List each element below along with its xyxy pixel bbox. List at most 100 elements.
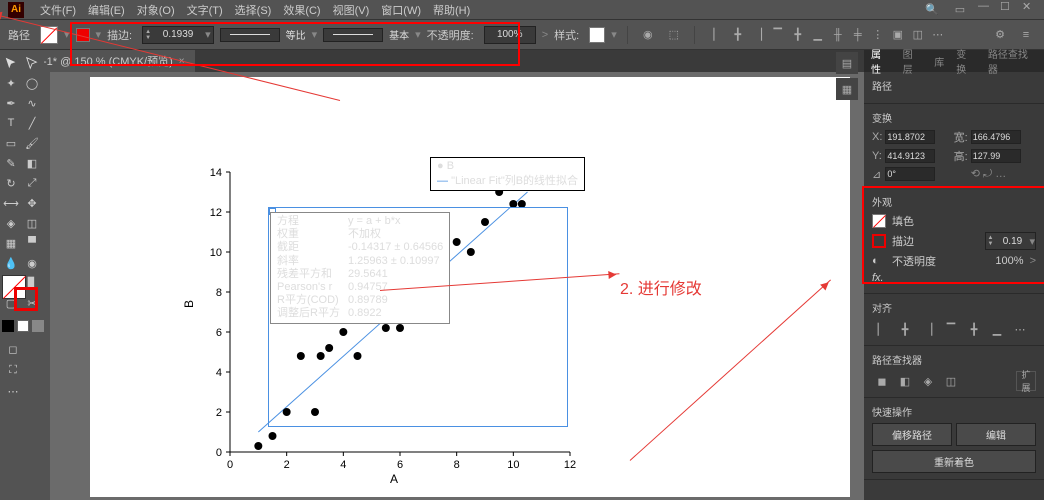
screen-mode-icon[interactable]: ⛶ [4,361,22,379]
fill-stroke-control[interactable] [2,275,42,315]
close-button[interactable]: ✕ [1022,0,1036,14]
appearance-fill-swatch[interactable] [872,214,886,228]
search-icon[interactable]: 🔍 [922,0,942,20]
pf-minus-icon[interactable]: ◧ [895,371,915,391]
transform-angle-input[interactable] [885,167,935,181]
menu-选择(S)[interactable]: 选择(S) [229,5,278,17]
color-white[interactable] [17,320,29,332]
pf-intersect-icon[interactable]: ◈ [918,371,938,391]
gradient-tool-icon[interactable]: ▀ [23,234,41,252]
edit-toolbar-icon[interactable]: ⋯ [4,382,22,400]
svg-text:10: 10 [507,459,519,471]
transform-icon[interactable]: ⬚ [664,25,684,45]
shaper-tool-icon[interactable]: ✎ [2,154,20,172]
menu-对象(O)[interactable]: 对象(O) [131,5,181,17]
color-black[interactable] [2,320,14,332]
more-icon[interactable]: ⋯ [929,25,947,45]
transform-x-input[interactable] [885,130,935,144]
align-top-icon[interactable]: ▔ [769,25,787,45]
align-b-icon[interactable]: ▁ [987,319,1007,339]
stroke-profile-basic[interactable] [323,28,383,42]
libraries-dock-icon[interactable]: ▦ [836,78,858,100]
stroke-width-input[interactable]: ▲▼ ▾ [142,26,213,44]
align-bottom-icon[interactable]: ▁ [809,25,827,45]
tab-libraries[interactable]: 库 [931,54,947,69]
menu-效果(C)[interactable]: 效果(C) [277,5,326,17]
appearance-stroke-swatch[interactable] [872,234,886,248]
blend-tool-icon[interactable]: ◉ [23,254,41,272]
free-transform-tool-icon[interactable]: ✥ [23,194,41,212]
selection-tool-icon[interactable] [2,54,20,72]
stroke-profile-uniform[interactable] [220,28,280,42]
align-section: 对齐 ▏ ╋ ▕ ▔ ╋ ▁ ⋯ [864,294,1044,346]
style-swatch[interactable] [589,27,605,43]
align-left-icon[interactable]: ▏ [709,25,727,45]
align-m-icon[interactable]: ╋ [964,319,984,339]
magic-wand-tool-icon[interactable]: ✦ [2,74,20,92]
distribute-v-icon[interactable]: ╪ [849,25,867,45]
preferences-icon[interactable]: ⚙ [990,25,1010,45]
align-more-icon[interactable]: ⋯ [1010,319,1030,339]
artboard[interactable]: 02468101202468101214 ● B — "Linear Fit"列… [90,77,850,497]
pf-exclude-icon[interactable]: ◫ [941,371,961,391]
rotate-tool-icon[interactable]: ↻ [2,174,20,192]
shape-mode-icon[interactable]: ◫ [909,25,927,45]
mesh-tool-icon[interactable]: ▦ [2,234,20,252]
align-c-icon[interactable]: ╋ [895,319,915,339]
eyedropper-tool-icon[interactable]: 💧 [2,254,20,272]
width-tool-icon[interactable]: ⟷ [2,194,20,212]
edit-button[interactable]: 编辑 [956,423,1036,446]
eraser-tool-icon[interactable]: ◧ [23,154,41,172]
align-t-icon[interactable]: ▔ [941,319,961,339]
minimize-button[interactable]: — [978,0,992,14]
menu-编辑(E)[interactable]: 编辑(E) [82,5,131,17]
appearance-opacity-value[interactable]: 100% [995,255,1023,267]
app-menubar: Ai 文件(F)编辑(E)对象(O)文字(T)选择(S)效果(C)视图(V)窗口… [0,0,1044,20]
lasso-tool-icon[interactable]: ◯ [23,74,41,92]
transform-h-input[interactable] [971,149,1021,163]
distribute-spacing-icon[interactable]: ⋮ [869,25,887,45]
fit-statistics-box: 方程y = a + b*x权重不加权截距-0.14317 ± 0.64566斜率… [270,212,450,324]
recolor-button[interactable]: 重新着色 [872,450,1036,473]
offset-path-button[interactable]: 偏移路径 [872,423,952,446]
pf-expand-icon[interactable]: 扩展 [1016,371,1036,391]
perspective-tool-icon[interactable]: ◫ [23,214,41,232]
isolate-icon[interactable]: ▣ [889,25,907,45]
draw-normal-icon[interactable]: ◻ [4,340,22,358]
maximize-button[interactable]: ☐ [1000,0,1014,14]
transform-y-input[interactable] [885,149,935,163]
curvature-tool-icon[interactable]: ∿ [23,94,41,112]
paintbrush-tool-icon[interactable]: 🖌 [23,134,41,152]
opacity-input[interactable] [484,26,536,44]
align-r-icon[interactable]: ▕ [918,319,938,339]
properties-dock-icon[interactable]: ▤ [836,52,858,74]
menu-帮助(H)[interactable]: 帮助(H) [427,5,476,17]
color-gray[interactable] [32,320,44,332]
scale-tool-icon[interactable]: ⤢ [23,174,41,192]
line-tool-icon[interactable]: ╱ [23,114,41,132]
shape-builder-tool-icon[interactable]: ◈ [2,214,20,232]
svg-text:6: 6 [216,327,222,339]
align-right-icon[interactable]: ▕ [749,25,767,45]
menu-文字(T)[interactable]: 文字(T) [181,5,229,17]
transform-w-input[interactable] [971,130,1021,144]
distribute-h-icon[interactable]: ╫ [829,25,847,45]
appearance-stroke-input[interactable]: ▲▼▾ [985,232,1036,250]
pf-unite-icon[interactable]: ◼ [872,371,892,391]
rectangle-tool-icon[interactable]: ▭ [2,134,20,152]
panel-menu-icon[interactable]: ≡ [1016,25,1036,45]
align-l-icon[interactable]: ▏ [872,319,892,339]
align-vcenter-icon[interactable]: ╋ [789,25,807,45]
menu-文件(F)[interactable]: 文件(F) [34,5,82,17]
direct-selection-tool-icon[interactable] [23,54,41,72]
layout-icon[interactable]: ▭ [950,0,970,20]
menu-视图(V)[interactable]: 视图(V) [327,5,376,17]
panel-tabs: 属性 图层 库 变换 路径查找器 [864,50,1044,72]
align-icon[interactable]: ◉ [638,25,658,45]
pen-tool-icon[interactable]: ✒ [2,94,20,112]
color-mode-row [2,320,44,332]
type-tool-icon[interactable]: T [2,114,20,132]
menu-窗口(W)[interactable]: 窗口(W) [375,5,427,17]
fx-button[interactable]: fx. [872,272,884,284]
align-hcenter-icon[interactable]: ╋ [729,25,747,45]
